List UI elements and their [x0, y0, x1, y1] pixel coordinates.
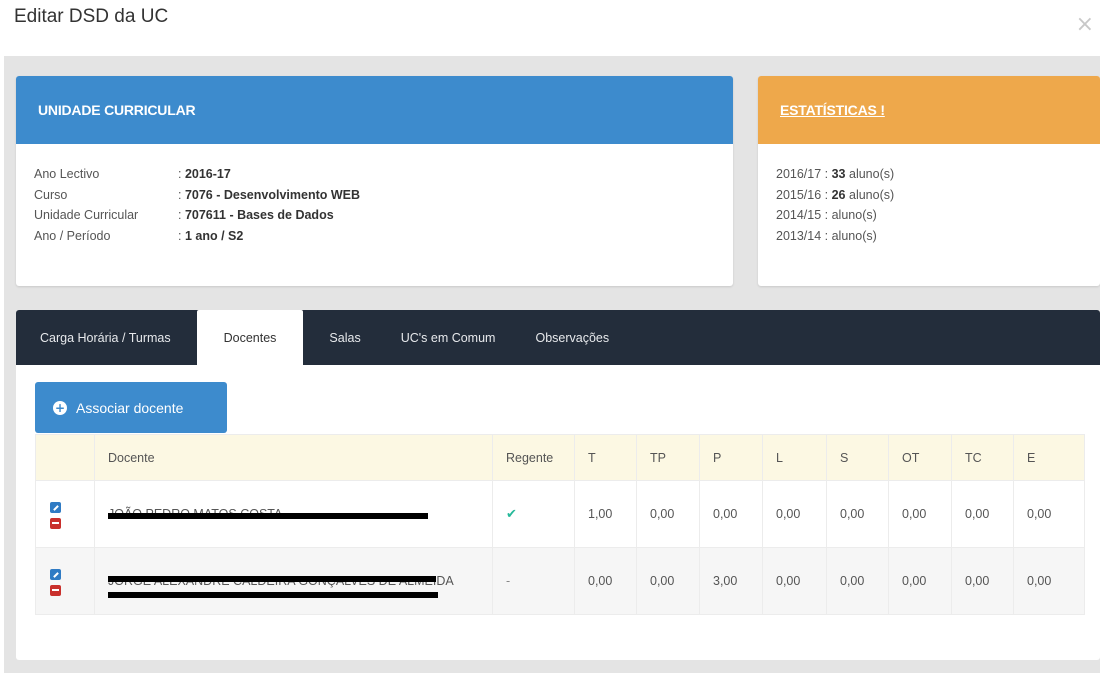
- remove-icon[interactable]: [50, 584, 61, 596]
- col-l: L: [762, 434, 827, 481]
- value-cell: 0,00: [888, 480, 952, 548]
- col-actions: [35, 434, 95, 481]
- stats-panel: ESTATÍSTICAS ! 2016/17 : 33 aluno(s) 201…: [758, 76, 1100, 286]
- value-cell: 0,00: [762, 480, 827, 548]
- value-cell: 0,00: [636, 547, 700, 615]
- uc-row-unidade-curricular: Unidade Curricular : 707611 - Bases de D…: [34, 205, 733, 226]
- modal-title: Editar DSD da UC: [14, 6, 169, 27]
- stat-line: 2016/17 : 33 aluno(s): [776, 167, 895, 181]
- uc-label: Ano Lectivo: [34, 167, 100, 181]
- stats-panel-body: 2016/17 : 33 aluno(s) 2015/16 : 26 aluno…: [758, 144, 1100, 246]
- value-cell: 0,00: [574, 547, 637, 615]
- uc-label: Ano / Período: [34, 228, 111, 243]
- uc-value: 707611 - Bases de Dados: [184, 208, 334, 222]
- modal-body: UNIDADE CURRICULAR Ano Lectivo : 2016-17…: [4, 56, 1100, 673]
- modal-header: Editar DSD da UC ×: [0, 0, 1100, 56]
- value-cell: 0,00: [636, 480, 700, 548]
- uc-label: Unidade Curricular: [34, 208, 139, 222]
- redaction-bar: [108, 576, 436, 582]
- stat-line: 2014/15 : aluno(s): [776, 208, 877, 222]
- edit-icon[interactable]: [50, 568, 61, 580]
- uc-panel-header: UNIDADE CURRICULAR: [16, 76, 733, 144]
- value-cell: 0,00: [826, 480, 889, 548]
- uc-value: 1 ano / S2: [184, 228, 244, 243]
- docentes-table: Docente Regente T TP P L S OT TC E ✔ 1,0…: [35, 434, 1085, 615]
- stat-count: 26: [831, 187, 846, 202]
- value-cell: 0,00: [1013, 480, 1085, 548]
- uc-label: Curso: [34, 187, 68, 202]
- value-cell: 0,00: [888, 547, 952, 615]
- value-cell: 0,00: [951, 547, 1014, 615]
- stat-suffix: aluno(s): [831, 228, 877, 243]
- stat-line: 2013/14 : aluno(s): [776, 228, 877, 243]
- stat-suffix: aluno(s): [849, 167, 895, 181]
- col-tp: TP: [636, 434, 700, 481]
- tab-docentes[interactable]: Docentes: [196, 310, 304, 365]
- tab-observacoes[interactable]: Observações: [521, 310, 623, 365]
- value-cell: 0,00: [1013, 547, 1085, 615]
- value-cell: 0,00: [762, 547, 827, 615]
- col-e: E: [1013, 434, 1085, 481]
- plus-circle-icon: +: [53, 400, 67, 415]
- regente-cell: ✔: [492, 480, 575, 548]
- table-header-row: Docente Regente T TP P L S OT TC E: [35, 434, 1085, 481]
- associar-docente-label: Associar docente: [76, 399, 184, 416]
- tab-ucs-em-comum[interactable]: UC's em Comum: [387, 310, 510, 365]
- col-ot: OT: [888, 434, 952, 481]
- value-cell: 3,00: [699, 547, 763, 615]
- edit-icon[interactable]: [50, 501, 61, 513]
- check-icon: ✔: [506, 506, 517, 522]
- regente-dash: -: [506, 574, 511, 588]
- docente-cell: JOÃO PEDRO MATOS COSTA: [94, 480, 493, 548]
- docente-cell: JORGE ALEXANDRE CALDEIRA GONÇALVES DE AL…: [94, 547, 493, 615]
- uc-row-curso: Curso : 7076 - Desenvolvimento WEB: [34, 185, 733, 206]
- uc-value: 2016-17: [184, 167, 231, 181]
- row-actions: [35, 547, 95, 615]
- uc-row-ano-periodo: Ano / Período : 1 ano / S2: [34, 226, 733, 247]
- associar-docente-button[interactable]: + Associar docente: [35, 382, 227, 433]
- tab-bar: Carga Horária / Turmas Docentes Salas UC…: [16, 310, 1100, 365]
- col-docente: Docente: [94, 434, 493, 481]
- uc-panel-body: Ano Lectivo : 2016-17 Curso : 7076 - Des…: [16, 144, 733, 246]
- value-cell: 0,00: [951, 480, 1014, 548]
- col-tc: TC: [951, 434, 1014, 481]
- stats-panel-header[interactable]: ESTATÍSTICAS !: [758, 76, 1100, 144]
- stat-year: 2013/14: [776, 228, 822, 243]
- table-row: JORGE ALEXANDRE CALDEIRA GONÇALVES DE AL…: [35, 547, 1085, 615]
- remove-icon[interactable]: [50, 517, 61, 529]
- uc-panel: UNIDADE CURRICULAR Ano Lectivo : 2016-17…: [16, 76, 733, 286]
- tab-salas[interactable]: Salas: [315, 310, 374, 365]
- value-cell: 0,00: [699, 480, 763, 548]
- uc-value: 7076 - Desenvolvimento WEB: [184, 187, 361, 202]
- value-cell: 0,00: [826, 547, 889, 615]
- col-p: P: [699, 434, 763, 481]
- redaction-bar: [108, 513, 428, 519]
- stat-year: 2015/16: [776, 187, 822, 202]
- row-actions: [35, 480, 95, 548]
- redaction-bar: [108, 592, 438, 598]
- tab-carga-horaria[interactable]: Carga Horária / Turmas: [26, 310, 185, 365]
- uc-row-ano-lectivo: Ano Lectivo : 2016-17: [34, 164, 733, 185]
- regente-cell: -: [492, 547, 575, 615]
- stat-suffix: aluno(s): [831, 208, 877, 222]
- table-row: JOÃO PEDRO MATOS COSTA ✔ 1,00 0,00 0,00 …: [35, 480, 1085, 548]
- value-cell: 1,00: [574, 480, 637, 548]
- col-regente: Regente: [492, 434, 575, 481]
- col-t: T: [574, 434, 637, 481]
- col-s: S: [826, 434, 889, 481]
- stat-year: 2014/15: [776, 208, 822, 222]
- stat-count: 33: [831, 167, 846, 181]
- close-icon[interactable]: ×: [1076, 12, 1094, 37]
- stats-header-link[interactable]: ESTATÍSTICAS !: [780, 102, 885, 118]
- stat-line: 2015/16 : 26 aluno(s): [776, 187, 895, 202]
- stat-year: 2016/17: [776, 167, 822, 181]
- docentes-tab-panel: Carga Horária / Turmas Docentes Salas UC…: [16, 310, 1100, 660]
- stat-suffix: aluno(s): [849, 187, 895, 202]
